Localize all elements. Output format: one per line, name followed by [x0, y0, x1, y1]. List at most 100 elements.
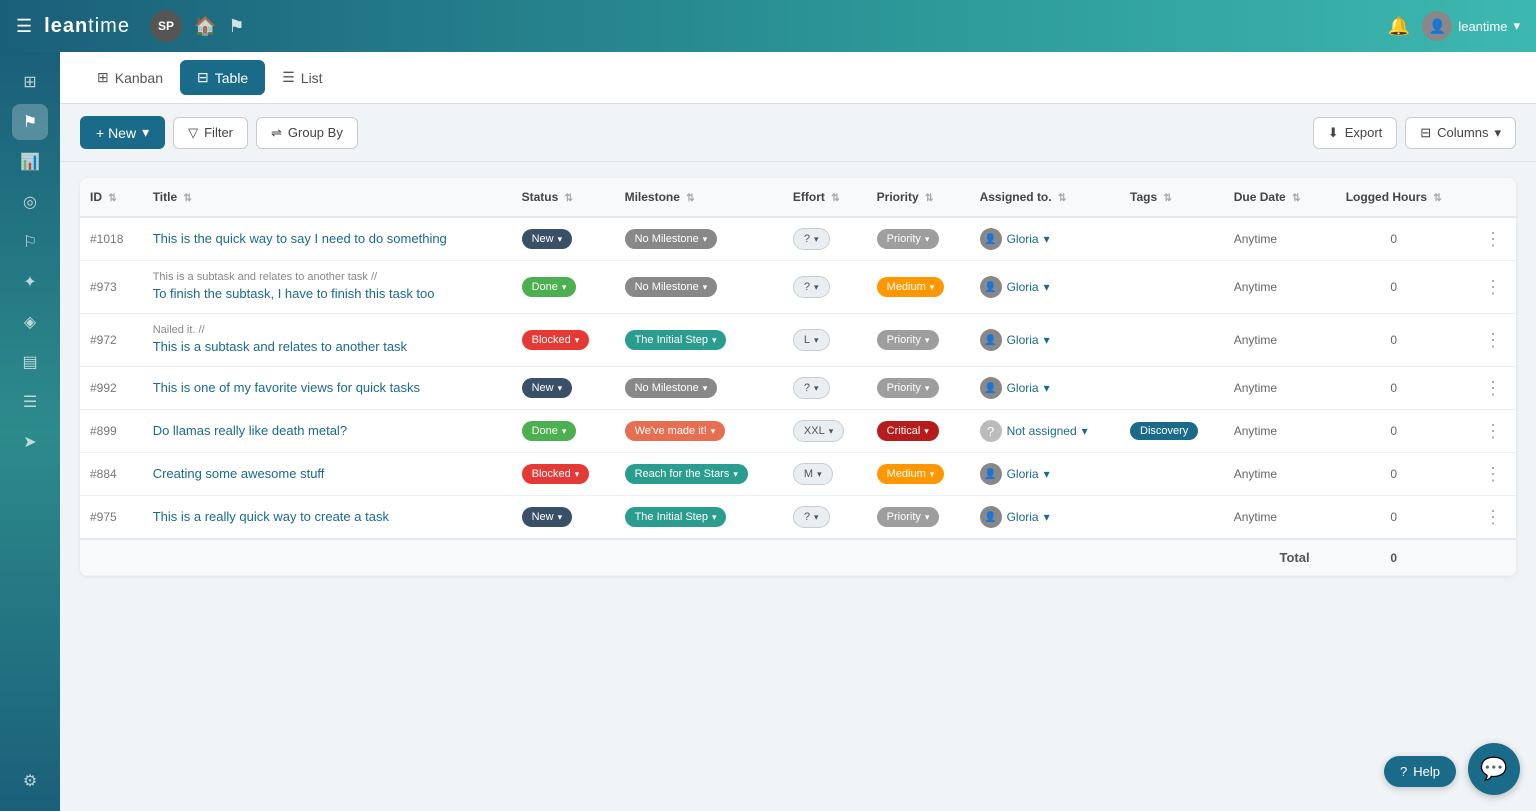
col-milestone[interactable]: Milestone ⇅	[615, 178, 783, 217]
task-title-link[interactable]: To finish the subtask, I have to finish …	[153, 285, 502, 303]
sidebar-item-send[interactable]: ➤	[12, 424, 48, 460]
milestone-badge[interactable]: We've made it! ▾	[625, 421, 726, 441]
milestone-badge[interactable]: No Milestone ▾	[625, 229, 718, 249]
flag-icon[interactable]: ⚑	[228, 16, 244, 37]
col-effort[interactable]: Effort ⇅	[783, 178, 867, 217]
row-actions-button[interactable]: ⋮	[1480, 229, 1506, 249]
priority-badge[interactable]: Critical ▾	[877, 421, 939, 441]
row-actions-button[interactable]: ⋮	[1480, 277, 1506, 297]
settings-icon[interactable]: ⚙	[12, 763, 48, 799]
assigned-badge[interactable]: 👤 Gloria ▾	[980, 228, 1050, 250]
priority-badge[interactable]: Medium ▾	[877, 464, 945, 484]
cell-effort: XXL ▾	[783, 410, 867, 453]
sidebar-item-list[interactable]: ☰	[12, 384, 48, 420]
cell-priority: Medium ▾	[867, 261, 970, 314]
table-row: #884 Creating some awesome stuff Blocked…	[80, 453, 1516, 496]
col-duedate[interactable]: Due Date ⇅	[1224, 178, 1326, 217]
task-title-link[interactable]: This is a really quick way to create a t…	[153, 508, 502, 526]
row-actions-button[interactable]: ⋮	[1480, 421, 1506, 441]
col-logged[interactable]: Logged Hours ⇅	[1326, 178, 1462, 217]
columns-button[interactable]: ⊟ Columns ▾	[1405, 117, 1516, 149]
sidebar-item-milestones[interactable]: ⚐	[12, 224, 48, 260]
status-badge[interactable]: New ▾	[522, 229, 573, 249]
help-button[interactable]: ? Help	[1384, 756, 1456, 787]
cell-duedate: Anytime	[1224, 453, 1326, 496]
bell-icon[interactable]: 🔔	[1388, 16, 1410, 37]
tab-table[interactable]: ⊟ Table	[180, 60, 265, 95]
milestone-badge[interactable]: Reach for the Stars ▾	[625, 464, 748, 484]
status-badge[interactable]: Blocked ▾	[522, 464, 590, 484]
tab-kanban[interactable]: ⊞ Kanban	[80, 60, 180, 95]
tab-list[interactable]: ☰ List	[265, 60, 339, 95]
effort-badge[interactable]: XXL ▾	[793, 420, 844, 442]
status-badge[interactable]: New ▾	[522, 378, 573, 398]
effort-badge[interactable]: ? ▾	[793, 276, 830, 298]
sidebar-item-person[interactable]: ✦	[12, 264, 48, 300]
sidebar-item-target[interactable]: ◎	[12, 184, 48, 220]
priority-badge[interactable]: Priority ▾	[877, 330, 940, 350]
status-badge[interactable]: Done ▾	[522, 277, 577, 297]
new-button[interactable]: + New ▾	[80, 116, 165, 149]
row-actions-button[interactable]: ⋮	[1480, 464, 1506, 484]
task-title-link[interactable]: Do llamas really like death metal?	[153, 422, 502, 440]
col-priority[interactable]: Priority ⇅	[867, 178, 970, 217]
assigned-badge[interactable]: 👤 Gloria ▾	[980, 377, 1050, 399]
user-menu[interactable]: 👤 leantime ▾	[1422, 11, 1520, 41]
status-badge[interactable]: New ▾	[522, 507, 573, 527]
total-actions	[1462, 539, 1516, 576]
status-badge[interactable]: Blocked ▾	[522, 330, 590, 350]
tag-badge[interactable]: Discovery	[1130, 422, 1198, 440]
table-area: ID ⇅ Title ⇅ Status ⇅ Milestone ⇅ Effort…	[60, 162, 1536, 811]
task-title-link[interactable]: This is one of my favorite views for qui…	[153, 379, 502, 397]
sidebar-item-chart[interactable]: 📊	[12, 144, 48, 180]
milestone-badge[interactable]: No Milestone ▾	[625, 277, 718, 297]
priority-badge[interactable]: Medium ▾	[877, 277, 945, 297]
assigned-badge[interactable]: 👤 Gloria ▾	[980, 329, 1050, 351]
priority-badge[interactable]: Priority ▾	[877, 378, 940, 398]
priority-badge[interactable]: Priority ▾	[877, 229, 940, 249]
cell-priority: Critical ▾	[867, 410, 970, 453]
effort-badge[interactable]: L ▾	[793, 329, 830, 351]
groupby-button[interactable]: ⇌ Group By	[256, 117, 358, 149]
row-actions-button[interactable]: ⋮	[1480, 378, 1506, 398]
milestone-badge[interactable]: The Initial Step ▾	[625, 330, 727, 350]
milestone-badge[interactable]: The Initial Step ▾	[625, 507, 727, 527]
filter-icon: ▽	[188, 125, 198, 141]
priority-badge[interactable]: Priority ▾	[877, 507, 940, 527]
task-title-link[interactable]: Creating some awesome stuff	[153, 465, 502, 483]
sidebar-item-doc[interactable]: ▤	[12, 344, 48, 380]
task-title-link[interactable]: This is a subtask and relates to another…	[153, 338, 502, 356]
effort-badge[interactable]: ? ▾	[793, 377, 830, 399]
row-actions-button[interactable]: ⋮	[1480, 330, 1506, 350]
milestone-badge[interactable]: No Milestone ▾	[625, 378, 718, 398]
export-button[interactable]: ⬇ Export	[1313, 117, 1397, 149]
sidebar-item-tag[interactable]: ◈	[12, 304, 48, 340]
col-assigned[interactable]: Assigned to. ⇅	[970, 178, 1120, 217]
cell-title: This is a really quick way to create a t…	[143, 496, 512, 540]
filter-button[interactable]: ▽ Filter	[173, 117, 248, 149]
col-tags[interactable]: Tags ⇅	[1120, 178, 1224, 217]
columns-label: Columns	[1437, 125, 1488, 140]
task-title-link[interactable]: This is the quick way to say I need to d…	[153, 230, 502, 248]
assigned-badge[interactable]: ? Not assigned ▾	[980, 420, 1088, 442]
col-title[interactable]: Title ⇅	[143, 178, 512, 217]
project-avatar[interactable]: SP	[150, 10, 182, 42]
chat-bubble[interactable]: 💬	[1468, 743, 1520, 795]
effort-badge[interactable]: M ▾	[793, 463, 833, 485]
effort-badge[interactable]: ? ▾	[793, 506, 830, 528]
assigned-badge[interactable]: 👤 Gloria ▾	[980, 506, 1050, 528]
assigned-avatar: 👤	[980, 506, 1002, 528]
status-badge[interactable]: Done ▾	[522, 421, 577, 441]
effort-badge[interactable]: ? ▾	[793, 228, 830, 250]
user-chevron-icon: ▾	[1513, 18, 1520, 34]
home-icon[interactable]: 🏠	[194, 16, 216, 37]
row-actions-button[interactable]: ⋮	[1480, 507, 1506, 527]
col-id[interactable]: ID ⇅	[80, 178, 143, 217]
assigned-badge[interactable]: 👤 Gloria ▾	[980, 463, 1050, 485]
sidebar-item-dashboard[interactable]: ⊞	[12, 64, 48, 100]
hamburger-icon[interactable]: ☰	[16, 16, 32, 37]
col-status[interactable]: Status ⇅	[512, 178, 615, 217]
assigned-badge[interactable]: 👤 Gloria ▾	[980, 276, 1050, 298]
cell-title: This is one of my favorite views for qui…	[143, 367, 512, 410]
sidebar-item-tasks[interactable]: ⚑	[12, 104, 48, 140]
